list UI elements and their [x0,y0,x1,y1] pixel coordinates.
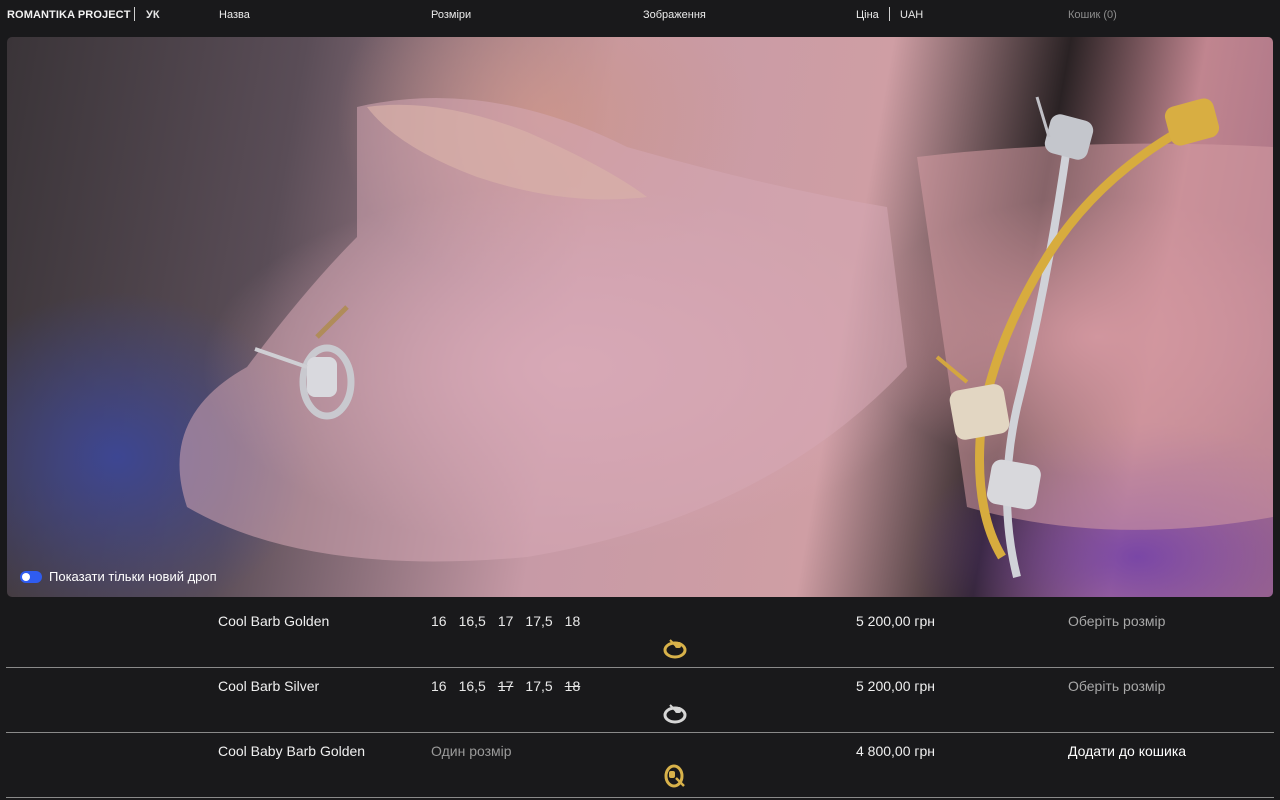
size-options: 16 16,5 17 17,5 18 [431,678,580,694]
select-size-prompt: Оберіть розмір [1068,613,1166,629]
divider [134,7,135,21]
column-header-sizes[interactable]: Розміри [431,9,471,21]
product-name[interactable]: Cool Baby Barb Golden [218,743,365,759]
product-name[interactable]: Cool Barb Golden [218,613,329,629]
product-row[interactable]: Cool Baby Barb Golden Один розмір 4 800,… [6,733,1274,798]
brand-logo[interactable]: ROMANTIKA PROJECT [7,9,131,21]
size-option-unavailable: 17 [497,678,514,694]
silver-ring-icon[interactable] [658,693,692,727]
gold-ring-icon[interactable] [658,628,692,662]
cart-link[interactable]: Кошик (0) [1068,9,1117,21]
size-option[interactable]: 16,5 [459,613,486,629]
toggle-knob [22,572,30,581]
hero-image: Показати тільки новий дроп [7,37,1273,597]
currency-switcher[interactable]: UAH [900,9,923,21]
size-option[interactable]: 17,5 [525,678,552,694]
column-header-name[interactable]: Назва [219,9,250,21]
hero-jewelry-illustration [179,96,1273,578]
product-price: 5 200,00 грн [856,678,936,694]
toggle-label[interactable]: Показати тільки новий дроп [49,569,217,584]
column-header-price[interactable]: Ціна [856,9,879,21]
size-options: 16 16,5 17 17,5 18 [431,613,580,629]
product-price: 4 800,00 грн [856,743,936,759]
size-option[interactable]: 18 [565,613,581,629]
add-to-cart-button[interactable]: Додати до кошика [1068,743,1186,759]
size-option[interactable]: 16 [431,613,447,629]
one-size-label: Один розмір [431,743,512,759]
size-option[interactable]: 16 [431,678,447,694]
new-drop-toggle[interactable]: Показати тільки новий дроп [20,569,217,584]
toggle-switch[interactable] [20,570,42,583]
size-option[interactable]: 17,5 [525,613,552,629]
size-option[interactable]: 17 [498,613,514,629]
size-option[interactable]: 16,5 [459,678,486,694]
language-switcher[interactable]: УК [146,9,160,21]
size-option-unavailable: 18 [564,678,581,694]
divider [889,7,890,21]
gold-earring-icon[interactable] [658,758,692,792]
product-row[interactable]: Cool Barb Golden 16 16,5 17 17,5 18 5 20… [6,603,1274,668]
select-size-prompt: Оберіть розмір [1068,678,1166,694]
product-name[interactable]: Cool Barb Silver [218,678,319,694]
product-row[interactable]: Cool Barb Silver 16 16,5 17 17,5 18 5 20… [6,668,1274,733]
product-price: 5 200,00 грн [856,613,936,629]
top-nav: ROMANTIKA PROJECT УК Назва Розміри Зобра… [0,0,1280,30]
column-header-image: Зображення [643,9,706,21]
